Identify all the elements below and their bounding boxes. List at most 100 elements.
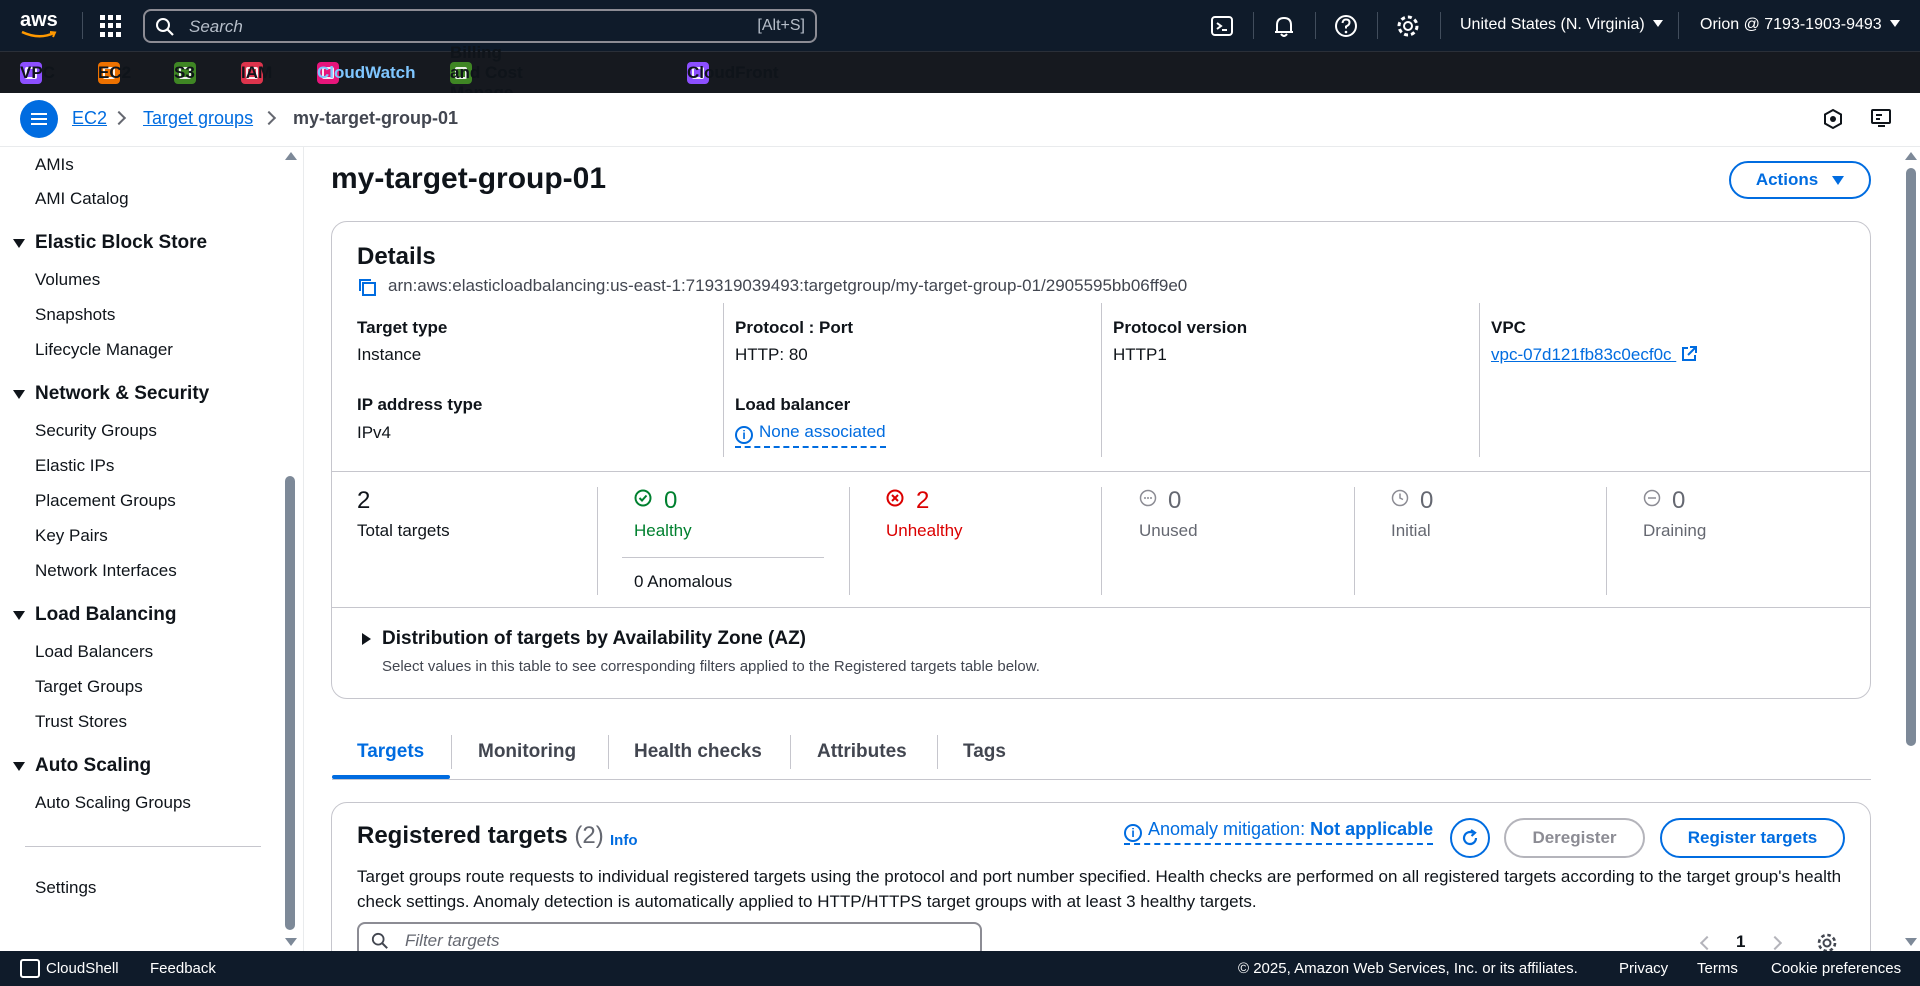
deregister-button[interactable]: Deregister xyxy=(1504,818,1645,858)
sidebar-item-ami-catalog[interactable]: AMI Catalog xyxy=(35,189,129,209)
tab-health-checks[interactable]: Health checks xyxy=(634,741,762,763)
status-healthy-icon xyxy=(634,489,652,507)
protocol-port-label: Protocol : Port xyxy=(735,318,854,337)
target-type-value: Instance xyxy=(357,345,422,364)
cloudshell-icon[interactable] xyxy=(1209,13,1235,39)
bell-icon[interactable] xyxy=(1271,13,1297,39)
main-scroll-down-icon[interactable] xyxy=(1905,938,1917,946)
sidebar-scroll-down-icon[interactable] xyxy=(285,938,297,946)
search-input[interactable]: Search [Alt+S] xyxy=(143,9,817,43)
favorite-billing[interactable]: Billing and Cost Manage... xyxy=(450,43,527,102)
tabs-baseline xyxy=(332,779,1871,780)
favorite-vpc[interactable]: VPC xyxy=(20,61,55,85)
sidebar-item-amis[interactable]: AMIs xyxy=(35,155,74,175)
info-icon: i xyxy=(735,426,753,444)
favorite-iam[interactable]: IAM xyxy=(241,61,272,85)
sidebar-item-load-balancers[interactable]: Load Balancers xyxy=(35,642,153,662)
favorite-label: EC2 xyxy=(98,63,132,82)
region-selector[interactable]: United States (N. Virginia) xyxy=(1460,16,1663,34)
footer-privacy[interactable]: Privacy xyxy=(1619,960,1668,977)
load-balancer-link[interactable]: i None associated xyxy=(735,422,886,448)
cloudshell-footer-icon[interactable] xyxy=(20,959,40,978)
sidebar-section-load-balancing[interactable]: Load Balancing xyxy=(13,604,176,626)
anomaly-mitigation-link[interactable]: i Anomaly mitigation: Not applicable xyxy=(1124,819,1434,845)
register-targets-button[interactable]: Register targets xyxy=(1660,818,1845,858)
breadcrumb-bar: EC2 Target groups my-target-group-01 xyxy=(0,93,1920,147)
section-title: Auto Scaling xyxy=(35,755,152,776)
aws-logo[interactable]: aws xyxy=(20,10,62,40)
section-title: Network & Security xyxy=(35,383,210,404)
menu-hamburger-icon[interactable] xyxy=(20,100,58,138)
breadcrumb-ec2[interactable]: EC2 xyxy=(72,108,107,129)
footer-cookie-preferences[interactable]: Cookie preferences xyxy=(1771,960,1901,977)
sidebar-item-network-interfaces[interactable]: Network Interfaces xyxy=(35,561,177,581)
status-unhealthy-icon xyxy=(886,489,904,507)
draining-count[interactable]: 0 xyxy=(1672,487,1685,515)
chevron-right-icon xyxy=(111,110,127,126)
healthy-divider xyxy=(622,557,824,558)
favorite-cloudwatch[interactable]: CloudWatch xyxy=(317,61,416,85)
tab-divider xyxy=(937,735,938,769)
main-scroll-up-icon[interactable] xyxy=(1905,152,1917,160)
pagination-page-number[interactable]: 1 xyxy=(1736,932,1745,952)
caret-down-icon xyxy=(13,238,25,248)
services-grid-icon[interactable] xyxy=(100,15,122,37)
footer-terms[interactable]: Terms xyxy=(1697,960,1738,977)
sidebar-item-snapshots[interactable]: Snapshots xyxy=(35,305,115,325)
active-tab-indicator xyxy=(332,775,450,779)
favorite-cloudfront[interactable]: CloudFront xyxy=(687,61,779,85)
column-divider xyxy=(849,487,850,595)
main-scrollbar[interactable] xyxy=(1906,168,1916,746)
sidebar-item-target-groups[interactable]: Target Groups xyxy=(35,677,143,697)
sidebar-item-security-groups[interactable]: Security Groups xyxy=(35,421,157,441)
anomaly-label: Anomaly mitigation: xyxy=(1148,819,1306,839)
sidebar-scrollbar[interactable] xyxy=(285,476,295,930)
aws-smile-icon xyxy=(21,30,57,38)
sidebar-item-trust-stores[interactable]: Trust Stores xyxy=(35,712,127,732)
initial-count[interactable]: 0 xyxy=(1420,487,1433,515)
deregister-label: Deregister xyxy=(1532,828,1617,847)
actions-button[interactable]: Actions xyxy=(1729,161,1871,199)
preferences-hexagon-icon[interactable] xyxy=(1822,108,1844,130)
tab-targets[interactable]: Targets xyxy=(357,741,424,763)
sidebar-item-key-pairs[interactable]: Key Pairs xyxy=(35,526,108,546)
unhealthy-count[interactable]: 2 xyxy=(916,487,929,515)
caret-right-icon[interactable] xyxy=(362,633,371,645)
breadcrumb-target-groups[interactable]: Target groups xyxy=(143,108,253,129)
favorite-label: VPC xyxy=(20,63,55,82)
unused-count[interactable]: 0 xyxy=(1168,487,1181,515)
sidebar-item-auto-scaling-groups[interactable]: Auto Scaling Groups xyxy=(35,793,191,813)
sidebar-item-lifecycle-manager[interactable]: Lifecycle Manager xyxy=(35,340,173,360)
display-settings-icon[interactable] xyxy=(1870,106,1894,130)
sidebar-scroll-up-icon[interactable] xyxy=(285,152,297,160)
info-link[interactable]: Info xyxy=(610,832,638,849)
tab-tags[interactable]: Tags xyxy=(963,741,1006,763)
healthy-count[interactable]: 0 xyxy=(664,487,677,515)
copy-icon[interactable] xyxy=(357,277,377,297)
favorite-ec2[interactable]: EC2 xyxy=(98,61,132,85)
status-unused-icon xyxy=(1139,489,1157,507)
target-group-arn: arn:aws:elasticloadbalancing:us-east-1:7… xyxy=(388,276,1188,295)
help-icon[interactable] xyxy=(1333,13,1359,39)
sidebar-section-network-security[interactable]: Network & Security xyxy=(13,383,209,405)
sidebar-item-settings[interactable]: Settings xyxy=(35,878,96,898)
settings-gear-icon[interactable] xyxy=(1395,13,1421,39)
protocol-port-value: HTTP: 80 xyxy=(735,345,808,364)
footer-feedback[interactable]: Feedback xyxy=(150,960,216,977)
favorite-s3[interactable]: S3 xyxy=(174,61,204,85)
sidebar-item-placement-groups[interactable]: Placement Groups xyxy=(35,491,176,511)
vpc-link[interactable]: vpc-07d121fb83c0ecf0c xyxy=(1491,345,1698,365)
refresh-button[interactable] xyxy=(1450,818,1490,858)
tab-attributes[interactable]: Attributes xyxy=(817,741,907,763)
footer-cloudshell[interactable]: CloudShell xyxy=(46,960,119,977)
sidebar-item-volumes[interactable]: Volumes xyxy=(35,270,100,290)
chevron-right-icon xyxy=(261,110,277,126)
tab-divider xyxy=(451,735,452,769)
sidebar-item-elastic-ips[interactable]: Elastic IPs xyxy=(35,456,114,476)
aws-logo-text: aws xyxy=(20,9,58,31)
az-distribution-toggle[interactable]: Distribution of targets by Availability … xyxy=(382,628,806,650)
sidebar-section-auto-scaling[interactable]: Auto Scaling xyxy=(13,755,151,777)
tab-monitoring[interactable]: Monitoring xyxy=(478,741,576,763)
sidebar-section-ebs[interactable]: Elastic Block Store xyxy=(13,232,207,254)
account-menu[interactable]: Orion @ 7193-1903-9493 xyxy=(1700,16,1900,34)
